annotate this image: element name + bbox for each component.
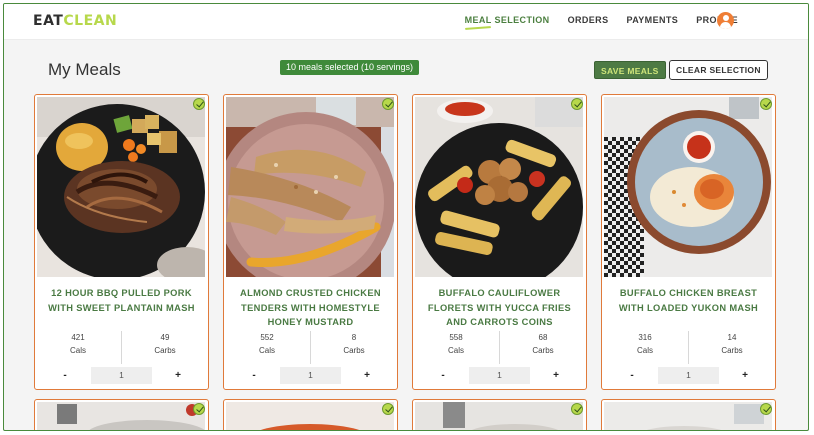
meal-photo-partial	[226, 402, 394, 430]
meal-image	[226, 97, 394, 277]
calories-label: Cals	[636, 346, 653, 355]
user-icon-head	[722, 15, 729, 21]
nav-meal-selection[interactable]: MEAL SELECTION	[465, 15, 550, 25]
meal-card-partial[interactable]	[601, 399, 776, 430]
check-icon[interactable]	[571, 98, 583, 110]
carbs: 68 Carbs	[499, 331, 586, 364]
macros: 552 Cals 8 Carbs	[224, 331, 397, 364]
nav-orders[interactable]: ORDERS	[568, 15, 609, 25]
save-meals-button[interactable]: SAVE MEALS	[594, 61, 666, 79]
logo[interactable]: EATCLEAN	[33, 13, 117, 29]
calories-label: Cals	[69, 346, 86, 355]
selected-count-badge: 10 meals selected (10 servings)	[280, 60, 420, 75]
quantity-value[interactable]: 1	[280, 367, 341, 384]
meal-card[interactable]: Buffalo Chicken Breast with Loaded Yukon…	[601, 94, 776, 390]
meal-card-partial[interactable]	[34, 399, 209, 430]
carbs-label: Carbs	[343, 346, 365, 355]
meal-image	[415, 402, 583, 430]
quantity-value[interactable]: 1	[469, 367, 530, 384]
macros: 421 Cals 49 Carbs	[35, 331, 208, 364]
app-window: EATCLEAN MEAL SELECTION ORDERS PAYMENTS …	[3, 3, 809, 431]
meal-photo-pulled-pork	[37, 97, 205, 277]
meal-card[interactable]: Buffalo Cauliflower Florets with Yucca F…	[412, 94, 587, 390]
meal-image	[604, 402, 772, 430]
carbs-value: 68	[538, 333, 548, 342]
meal-card[interactable]: Almond Crusted Chicken Tenders with Home…	[223, 94, 398, 390]
check-icon[interactable]	[382, 98, 394, 110]
check-icon[interactable]	[760, 403, 772, 415]
carbs: 14 Carbs	[688, 331, 775, 364]
decrement-button[interactable]: -	[39, 367, 91, 384]
carbs-label: Carbs	[532, 346, 554, 355]
meal-name[interactable]: 12 Hour BBQ Pulled Pork with Sweet Plant…	[43, 286, 200, 315]
carbs: 8 Carbs	[310, 331, 397, 364]
meal-image	[37, 97, 205, 277]
calories-value: 552	[260, 333, 274, 342]
page-title: My Meals	[48, 60, 121, 79]
quantity-value[interactable]: 1	[658, 367, 719, 384]
quantity-value[interactable]: 1	[91, 367, 152, 384]
logo-eat: EAT	[33, 13, 64, 29]
quantity-stepper: - 1 +	[417, 367, 582, 384]
user-icon-body	[720, 22, 731, 29]
meal-photo-partial	[415, 402, 583, 430]
increment-button[interactable]: +	[341, 367, 393, 384]
quantity-stepper: - 1 +	[39, 367, 204, 384]
calories-value: 558	[449, 333, 463, 342]
meal-name[interactable]: Buffalo Chicken Breast with Loaded Yukon…	[610, 286, 767, 315]
top-nav: EATCLEAN MEAL SELECTION ORDERS PAYMENTS …	[4, 4, 808, 40]
carbs-value: 14	[727, 333, 737, 342]
check-icon[interactable]	[571, 403, 583, 415]
decrement-button[interactable]: -	[417, 367, 469, 384]
calories: 552 Cals	[224, 331, 310, 364]
decrement-button[interactable]: -	[606, 367, 658, 384]
carbs-value: 49	[160, 333, 170, 342]
calories: 421 Cals	[35, 331, 121, 364]
quantity-stepper: - 1 +	[228, 367, 393, 384]
macros: 316 Cals 14 Carbs	[602, 331, 775, 364]
check-icon[interactable]	[193, 403, 205, 415]
carbs-label: Carbs	[154, 346, 176, 355]
calories-value: 316	[638, 333, 652, 342]
user-icon[interactable]	[717, 12, 734, 29]
carbs: 49 Carbs	[121, 331, 208, 364]
meal-photo-partial	[604, 402, 772, 430]
calories-label: Cals	[447, 346, 464, 355]
meal-card-partial[interactable]	[223, 399, 398, 430]
macros: 558 Cals 68 Carbs	[413, 331, 586, 364]
nav-links: MEAL SELECTION ORDERS PAYMENTS PROFILE	[465, 15, 738, 25]
nav-payments[interactable]: PAYMENTS	[626, 15, 678, 25]
meal-name[interactable]: Buffalo Cauliflower Florets with Yucca F…	[421, 286, 578, 330]
meal-image	[37, 402, 205, 430]
meal-photo-chicken-tenders	[226, 97, 394, 277]
check-icon[interactable]	[193, 98, 205, 110]
meal-image	[415, 97, 583, 277]
meal-photo-buffalo-chicken	[604, 97, 772, 277]
meal-card-partial[interactable]	[412, 399, 587, 430]
clear-selection-button[interactable]: CLEAR SELECTION	[669, 60, 768, 80]
meal-image	[226, 402, 394, 430]
check-icon[interactable]	[760, 98, 772, 110]
calories: 558 Cals	[413, 331, 499, 364]
meal-image	[604, 97, 772, 277]
increment-button[interactable]: +	[152, 367, 204, 384]
meal-card[interactable]: 12 Hour BBQ Pulled Pork with Sweet Plant…	[34, 94, 209, 390]
carbs-label: Carbs	[721, 346, 743, 355]
logo-clean: CLEAN	[63, 13, 118, 29]
quantity-stepper: - 1 +	[606, 367, 771, 384]
carbs-value: 8	[351, 333, 357, 342]
meal-photo-partial	[37, 402, 205, 430]
calories-label: Cals	[258, 346, 275, 355]
increment-button[interactable]: +	[530, 367, 582, 384]
meal-photo-buffalo-cauliflower	[415, 97, 583, 277]
decrement-button[interactable]: -	[228, 367, 280, 384]
calories: 316 Cals	[602, 331, 688, 364]
calories-value: 421	[71, 333, 85, 342]
check-icon[interactable]	[382, 403, 394, 415]
meal-name[interactable]: Almond Crusted Chicken Tenders with Home…	[232, 286, 389, 330]
increment-button[interactable]: +	[719, 367, 771, 384]
